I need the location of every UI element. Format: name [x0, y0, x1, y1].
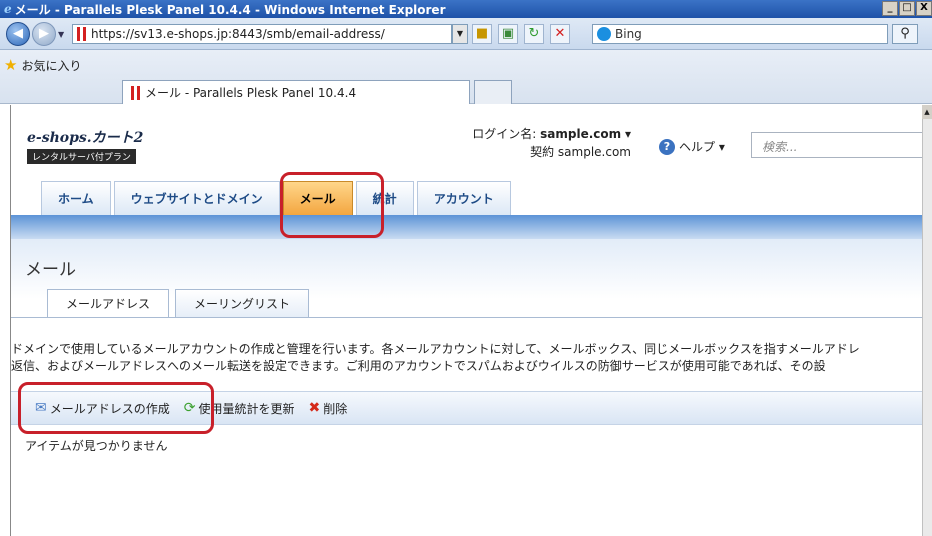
contract-label: 契約 [530, 145, 555, 159]
browser-search-placeholder: Bing [615, 27, 642, 41]
tab-mailing-lists[interactable]: メーリングリスト [175, 289, 310, 317]
tab-email-addresses[interactable]: メールアドレス [47, 289, 170, 317]
url-dropdown-button[interactable]: ▼ [452, 24, 468, 44]
new-tab-button[interactable] [474, 80, 512, 104]
sub-tabs: メールアドレス メーリングリスト [47, 289, 310, 317]
login-name[interactable]: sample.com [540, 127, 621, 141]
refresh-icon[interactable]: ↻ [524, 24, 544, 44]
refresh-stats-button[interactable]: ⟳ 使用量統計を更新 [184, 400, 295, 417]
main-content: メール メールアドレス メーリングリスト ドメインで使用しているメールアカウント… [11, 239, 922, 536]
delete-icon: ✖ [308, 400, 321, 416]
description-line-1: ドメインで使用しているメールアカウントの作成と管理を行います。各メールアカウント… [11, 342, 860, 356]
contract-value: sample.com [557, 145, 631, 159]
action-toolbar: ✉ メールアドレスの作成 ⟳ 使用量統計を更新 ✖ 削除 [11, 391, 922, 425]
site-search-input[interactable]: 検索... [751, 132, 922, 158]
login-info: ログイン名: sample.com ▾ 契約 sample.com [471, 125, 631, 161]
bing-icon [597, 27, 611, 41]
maximize-button[interactable]: □ [899, 1, 915, 16]
search-icon[interactable]: ⚲ [892, 24, 918, 44]
favorites-label: お気に入り [21, 58, 82, 73]
stop-icon[interactable]: ✕ [550, 24, 570, 44]
compat-view-icon[interactable]: ▣ [498, 24, 518, 44]
url-text: https://sv13.e-shops.jp:8443/smb/email-a… [91, 27, 385, 41]
create-email-label: メールアドレスの作成 [49, 401, 170, 416]
tab-mail[interactable]: メール [282, 181, 353, 215]
browser-tab[interactable]: メール - Parallels Plesk Panel 10.4.4 [122, 80, 470, 104]
tab-statistics[interactable]: 統計 [355, 181, 414, 215]
description-line-2: 返信、およびメールアドレスへのメール転送を設定できます。ご利用のアカウントでスパ… [11, 359, 826, 373]
plesk-page: e-shops.カート2 レンタルサーバ付プラン ログイン名: sample.c… [10, 105, 922, 536]
tab-home[interactable]: ホーム [41, 181, 111, 215]
refresh-stats-icon: ⟳ [183, 400, 196, 416]
help-icon: ? [659, 138, 675, 155]
page-scrollbar[interactable] [922, 105, 932, 536]
help-label: ヘルプ [679, 140, 716, 154]
tab-account[interactable]: アカウント [416, 181, 511, 215]
site-favicon-icon [77, 27, 86, 41]
favorites-bar: ★ お気に入り メール - Parallels Plesk Panel 10.4… [0, 50, 932, 104]
nav-band [11, 215, 922, 239]
back-button[interactable]: ◀ [6, 22, 30, 46]
scroll-up-icon[interactable]: ▲ [922, 105, 932, 119]
empty-list-message: アイテムが見つかりません [25, 439, 168, 453]
login-label: ログイン名: [472, 127, 537, 141]
lock-icon[interactable]: ■ [472, 24, 492, 44]
nav-dropdown-icon[interactable]: ▼ [58, 30, 64, 39]
help-menu[interactable]: ? ヘルプ ▾ [659, 138, 725, 155]
browser-tab-title: メール - Parallels Plesk Panel 10.4.4 [145, 86, 357, 100]
star-icon: ★ [4, 56, 18, 74]
ie-logo-icon: e [4, 2, 12, 16]
forward-button[interactable]: ▶ [32, 22, 56, 46]
login-dropdown-icon[interactable]: ▾ [625, 127, 631, 141]
site-logo[interactable]: e-shops.カート2 レンタルサーバ付プラン [27, 127, 143, 164]
page-title: メール [25, 260, 76, 280]
logo-text: e-shops.カート2 [27, 130, 144, 146]
window-title: メール - Parallels Plesk Panel 10.4.4 - Win… [14, 2, 446, 17]
favorites-button[interactable]: ★ お気に入り [4, 56, 81, 74]
create-email-button[interactable]: ✉ メールアドレスの作成 [35, 400, 170, 417]
url-field[interactable]: https://sv13.e-shops.jp:8443/smb/email-a… [72, 24, 452, 44]
delete-button[interactable]: ✖ 削除 [309, 400, 348, 417]
window-titlebar: e メール - Parallels Plesk Panel 10.4.4 - W… [0, 0, 932, 18]
tab-favicon-icon [131, 85, 140, 100]
sub-tabs-divider [11, 317, 922, 318]
plesk-header: e-shops.カート2 レンタルサーバ付プラン ログイン名: sample.c… [11, 105, 922, 185]
window-controls: _ □ X [882, 1, 932, 16]
minimize-button[interactable]: _ [882, 1, 898, 16]
logo-subtitle: レンタルサーバ付プラン [27, 149, 136, 164]
help-dropdown-icon: ▾ [715, 139, 725, 154]
page-description: ドメインで使用しているメールアカウントの作成と管理を行います。各メールアカウント… [11, 341, 922, 375]
browser-search-input[interactable]: Bing [592, 24, 888, 44]
tab-websites-domains[interactable]: ウェブサイトとドメイン [113, 181, 280, 215]
add-mail-icon: ✉ [35, 400, 47, 416]
refresh-stats-label: 使用量統計を更新 [198, 401, 295, 416]
close-button[interactable]: X [916, 1, 932, 16]
address-bar: ◀ ▶ ▼ https://sv13.e-shops.jp:8443/smb/e… [0, 18, 932, 50]
main-nav-tabs: ホーム ウェブサイトとドメイン メール 統計 アカウント [41, 181, 511, 215]
delete-label: 削除 [323, 401, 348, 416]
